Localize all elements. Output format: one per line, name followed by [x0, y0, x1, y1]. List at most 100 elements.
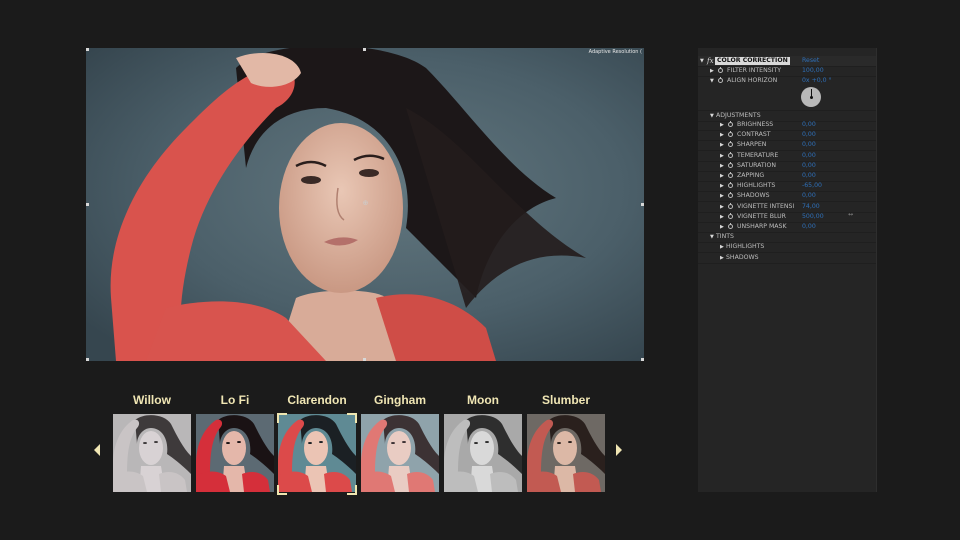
- param-value[interactable]: 0,00: [802, 130, 816, 140]
- expand-triangle-icon[interactable]: ▶: [720, 140, 724, 150]
- filter-thumbnail[interactable]: [444, 414, 522, 492]
- filter-moon[interactable]: Moon: [444, 390, 522, 492]
- handle-top-middle[interactable]: [363, 48, 366, 51]
- param-value[interactable]: 74,00: [802, 202, 820, 212]
- tint-label: SHADOWS: [726, 253, 759, 261]
- param-label: VIGNETTE INTENSI: [737, 202, 795, 210]
- param-label: SHADOWS: [737, 192, 770, 200]
- filter-label: Gingham: [373, 393, 426, 407]
- param-label: FILTER INTENSITY: [727, 67, 782, 74]
- group-label: TINTS: [716, 233, 734, 241]
- expand-triangle-icon[interactable]: ▶: [720, 202, 724, 212]
- param-value[interactable]: 0x +0,0 °: [802, 76, 832, 86]
- expand-triangle-icon[interactable]: ▶: [720, 130, 724, 140]
- selection-corner: [277, 485, 287, 495]
- filter-thumbnail[interactable]: [113, 414, 191, 492]
- stopwatch-icon[interactable]: [728, 151, 733, 158]
- expand-triangle-icon[interactable]: ▶: [720, 212, 724, 222]
- filter-label: Moon: [467, 393, 499, 407]
- stopwatch-icon[interactable]: [728, 172, 733, 178]
- filter-thumbnail[interactable]: [527, 414, 605, 492]
- param-value[interactable]: 0,00: [802, 140, 816, 150]
- collapse-triangle-icon[interactable]: ▼: [710, 76, 714, 86]
- stopwatch-icon[interactable]: [718, 67, 723, 73]
- filter-clarendon[interactable]: Clarendon: [277, 390, 357, 495]
- param-value[interactable]: 0,00: [802, 120, 816, 130]
- param-label: HIGHLIGHTS: [737, 182, 776, 190]
- tint-row[interactable]: ▶ SHADOWS: [698, 253, 876, 264]
- handle-mid-right[interactable]: [641, 203, 644, 206]
- param-label: CONTRAST: [737, 131, 771, 139]
- filter-gingham[interactable]: Gingham: [361, 390, 439, 492]
- param-value[interactable]: 0,00: [802, 161, 816, 171]
- stopwatch-icon[interactable]: [728, 141, 733, 148]
- param-value[interactable]: 500,00: [802, 212, 824, 222]
- filter-slumber[interactable]: Slumber: [527, 390, 605, 492]
- adaptive-resolution-label[interactable]: Adaptive Resolution (: [589, 49, 642, 55]
- stopwatch-icon[interactable]: [728, 182, 733, 189]
- selection-corner: [347, 413, 357, 423]
- expand-triangle-icon[interactable]: ▶: [720, 120, 724, 130]
- handle-bottom-left[interactable]: [86, 358, 89, 361]
- next-filter-arrow-icon[interactable]: [616, 444, 622, 456]
- filter-willow[interactable]: Willow: [113, 390, 191, 492]
- filter-strip: Willow Lo Fi Clarendon Gingham Moon Slum…: [90, 390, 630, 500]
- fx-icon[interactable]: fx: [707, 56, 714, 66]
- param-value[interactable]: 0,00: [802, 151, 816, 161]
- filter-lo-fi[interactable]: Lo Fi: [196, 390, 274, 492]
- param-value[interactable]: 0,00: [802, 222, 816, 232]
- expand-triangle-icon[interactable]: ▶: [720, 222, 724, 232]
- filter-thumbnail[interactable]: [278, 414, 356, 492]
- collapse-triangle-icon[interactable]: ▼: [710, 232, 714, 242]
- stopwatch-icon[interactable]: [728, 202, 733, 209]
- collapse-triangle-icon[interactable]: ▼: [700, 56, 704, 66]
- handle-bottom-right[interactable]: [641, 358, 644, 361]
- stopwatch-icon[interactable]: [728, 223, 733, 229]
- effect-name[interactable]: COLOR CORRECTION: [715, 57, 790, 65]
- expand-triangle-icon[interactable]: ▶: [720, 242, 724, 252]
- handle-mid-left[interactable]: [86, 203, 89, 206]
- effect-controls-panel: ▼ fx COLOR CORRECTION Reset ▶ FILTER INT…: [698, 48, 877, 492]
- param-label: BRIGHNESS: [737, 121, 774, 128]
- tint-label: HIGHLIGHTS: [726, 243, 765, 251]
- handle-top-left[interactable]: [86, 48, 89, 51]
- param-label: UNSHARP MASK: [737, 223, 787, 230]
- handle-bottom-middle[interactable]: [363, 358, 366, 361]
- param-label: ZAPPING: [737, 172, 765, 179]
- filter-label: Slumber: [541, 393, 590, 407]
- stopwatch-icon[interactable]: [728, 161, 733, 168]
- stopwatch-icon[interactable]: [728, 212, 733, 219]
- selection-corner: [347, 485, 357, 495]
- param-label: TEMERATURE: [737, 151, 779, 159]
- param-label: ALIGN HORIZON: [727, 77, 778, 84]
- expand-triangle-icon[interactable]: ▶: [710, 66, 714, 76]
- stopwatch-icon[interactable]: [728, 121, 733, 127]
- filter-label: Clarendon: [287, 393, 347, 407]
- anchor-point-icon[interactable]: ⊕: [362, 200, 369, 207]
- angle-dial[interactable]: [801, 87, 821, 107]
- expand-triangle-icon[interactable]: ▶: [720, 191, 724, 201]
- filter-label: Willow: [133, 393, 171, 407]
- param-value[interactable]: -65,00: [802, 181, 822, 191]
- mouse-cursor-icon: ↔: [848, 211, 854, 218]
- reset-button[interactable]: Reset: [802, 56, 819, 66]
- expand-triangle-icon[interactable]: ▶: [720, 151, 724, 161]
- param-label: VIGNETTE BLUR: [737, 212, 786, 220]
- expand-triangle-icon[interactable]: ▶: [720, 253, 724, 263]
- param-value[interactable]: 0,00: [802, 171, 816, 181]
- expand-triangle-icon[interactable]: ▶: [720, 181, 724, 191]
- expand-triangle-icon[interactable]: ▶: [720, 171, 724, 181]
- filter-label: Lo Fi: [220, 393, 250, 407]
- stopwatch-icon[interactable]: [728, 131, 733, 138]
- param-row-align-horizon[interactable]: ▼ ALIGN HORIZON 0x +0,0 °: [698, 76, 876, 86]
- param-value[interactable]: 0,00: [802, 191, 816, 201]
- selection-corner: [277, 413, 287, 423]
- filter-thumbnail[interactable]: [361, 414, 439, 492]
- stopwatch-icon[interactable]: [718, 77, 723, 83]
- param-value[interactable]: 100,00: [802, 66, 824, 76]
- filter-thumbnail[interactable]: [196, 414, 274, 492]
- stopwatch-icon[interactable]: [728, 192, 733, 199]
- param-label: SHARPEN: [737, 141, 767, 149]
- expand-triangle-icon[interactable]: ▶: [720, 161, 724, 171]
- param-label: SATURATION: [737, 161, 777, 169]
